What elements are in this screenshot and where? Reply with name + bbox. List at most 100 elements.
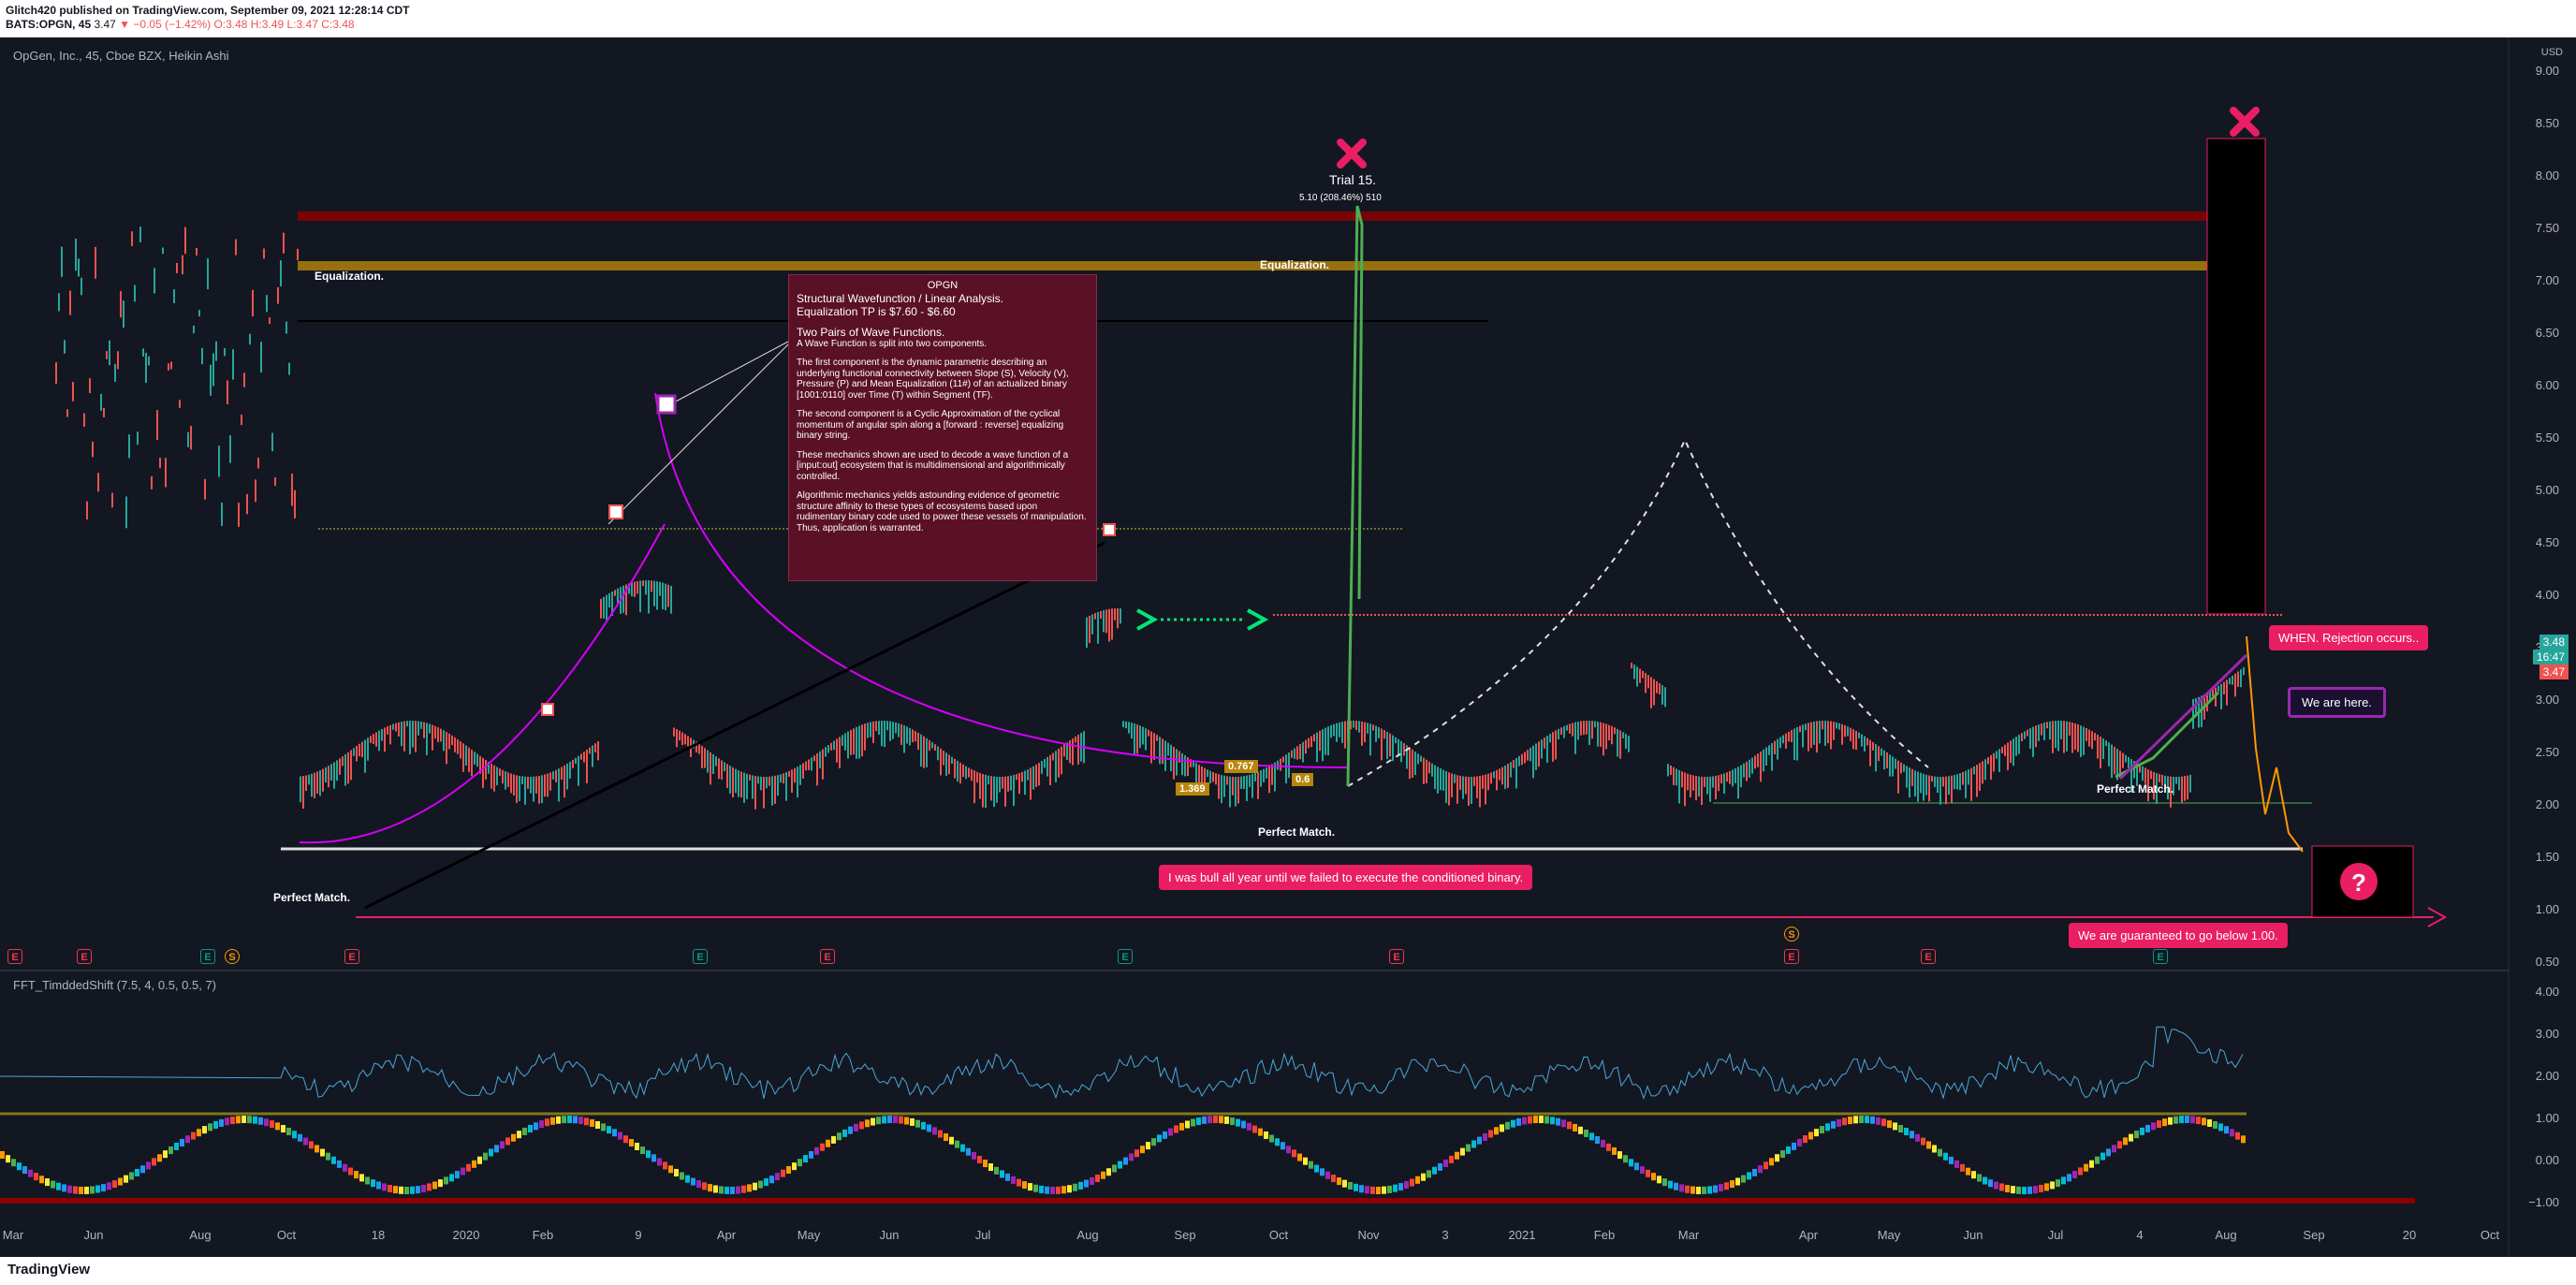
earnings-badge[interactable]: E — [77, 949, 92, 964]
last-value: 3.47 — [94, 18, 116, 31]
fib-label-3: 0.6 — [1292, 773, 1314, 786]
indicator-wave — [51, 1180, 55, 1189]
publisher-line: Glitch420 published on TradingView.com, … — [6, 4, 410, 17]
tradingview-logo[interactable]: TradingView — [7, 1262, 90, 1278]
earnings-badge[interactable]: E — [7, 949, 22, 964]
time-tick: 3 — [1442, 1228, 1449, 1242]
indicator-wave — [1921, 1137, 1925, 1146]
indicator-wave — [1578, 1126, 1583, 1134]
indicator-wave — [1247, 1122, 1251, 1131]
perfect-match-label-1: Perfect Match. — [273, 891, 351, 904]
indicator-wave — [1084, 1179, 1089, 1188]
indicator-wave — [1443, 1159, 1448, 1167]
indicator-wave — [281, 1124, 285, 1132]
indicator-wave — [1780, 1150, 1785, 1159]
split-badge[interactable]: S — [1784, 927, 1799, 942]
indicator-wave — [1112, 1164, 1117, 1173]
earnings-badge[interactable]: E — [200, 949, 215, 964]
indicator-wave — [22, 1166, 27, 1175]
indicator-wave — [595, 1120, 600, 1129]
indicator-wave — [1230, 1117, 1235, 1126]
indicator-wave — [1337, 1177, 1341, 1186]
earnings-badge[interactable]: E — [2153, 949, 2168, 964]
indicator-wave — [528, 1124, 533, 1132]
indicator-wave — [444, 1176, 448, 1185]
indicator-wave — [736, 1186, 740, 1194]
earnings-badge[interactable]: E — [1389, 949, 1404, 964]
indicator-wave — [331, 1156, 336, 1164]
note-symbol: OPGN — [927, 280, 959, 291]
chart-canvas[interactable] — [0, 37, 2576, 1257]
indicator-wave — [2005, 1185, 2010, 1193]
indicator-wave — [315, 1145, 319, 1153]
indicator-wave — [191, 1132, 196, 1140]
indicator-wave — [1477, 1136, 1482, 1145]
earnings-badge[interactable]: E — [1118, 949, 1133, 964]
indicator-wave — [1460, 1147, 1465, 1156]
below-callout: We are guaranteed to go below 1.00. — [2069, 923, 2288, 948]
indicator-line — [0, 1026, 2244, 1101]
indicator-wave — [2089, 1160, 2094, 1168]
note-p5: Algorithmic mechanics yields astounding … — [797, 490, 1087, 533]
indicator-wave — [601, 1123, 606, 1132]
indicator-wave — [635, 1143, 639, 1151]
chart-pane[interactable]: OpGen, Inc., 45, Cboe BZX, Heikin Ashi U… — [0, 37, 2576, 1257]
trend-line-black — [364, 541, 1105, 910]
indicator-wave — [1264, 1131, 1268, 1139]
indicator-wave — [640, 1146, 645, 1155]
indicator-wave — [84, 1186, 89, 1194]
indicator-wave — [1573, 1123, 1577, 1132]
note-p2: The first component is the dynamic param… — [797, 358, 1069, 401]
indicator-wave — [45, 1178, 50, 1187]
earnings-badge[interactable]: E — [820, 949, 835, 964]
indicator-wave — [73, 1186, 78, 1194]
indicator-wave — [1690, 1186, 1695, 1194]
earnings-badge[interactable]: E — [344, 949, 359, 964]
indicator-wave — [505, 1137, 510, 1146]
prev-price-tag: 3.47 — [2539, 664, 2569, 679]
indicator-wave — [270, 1120, 274, 1129]
indicator-wave — [1859, 1116, 1864, 1124]
earnings-badge[interactable]: E — [1921, 949, 1936, 964]
indicator-wave — [2213, 1121, 2217, 1130]
indicator-wave — [1634, 1162, 1639, 1171]
indicator-wave — [1640, 1166, 1645, 1175]
indicator-title[interactable]: FFT_TimddedShift (7.5, 4, 0.5, 0.5, 7) — [13, 978, 216, 992]
indicator-wave — [1904, 1128, 1909, 1136]
indicator-wave — [1511, 1119, 1515, 1128]
earnings-badge[interactable]: E — [1784, 949, 1799, 964]
indicator-wave — [326, 1152, 330, 1161]
indicator-wave — [337, 1160, 342, 1168]
time-tick: Aug — [189, 1228, 212, 1242]
indicator-wave — [264, 1118, 269, 1127]
indicator-wave — [927, 1124, 931, 1132]
indicator-wave — [1848, 1117, 1852, 1125]
indicator-wave — [2084, 1163, 2088, 1172]
indicator-wave — [539, 1120, 544, 1129]
indicator-wave — [1241, 1120, 1246, 1129]
indicator-wave — [1657, 1175, 1661, 1184]
indicator-wave — [876, 1117, 881, 1125]
indicator-wave — [769, 1175, 774, 1184]
indicator-wave — [2140, 1127, 2144, 1135]
indicator-wave — [1466, 1144, 1471, 1152]
indicator-wave — [1028, 1183, 1032, 1191]
indicator-wave — [1943, 1152, 1948, 1161]
price-candles — [55, 226, 2245, 810]
indicator-wave — [1494, 1127, 1499, 1135]
indicator-wave — [534, 1122, 538, 1131]
split-badge[interactable]: S — [225, 949, 240, 964]
time-tick: Sep — [1174, 1228, 1196, 1242]
indicator-wave — [1365, 1186, 1369, 1194]
indicator-wave — [461, 1167, 465, 1175]
indicator-wave — [887, 1116, 892, 1124]
indicator-wave — [1269, 1134, 1274, 1143]
indicator-wave — [584, 1117, 589, 1126]
indicator-wave — [0, 1151, 5, 1159]
indicator-wave — [1741, 1175, 1746, 1183]
indicator-wave — [618, 1132, 622, 1140]
indicator-wave — [1977, 1174, 1982, 1182]
green-arrow-1 — [1136, 608, 1159, 631]
indicator-wave — [1331, 1175, 1336, 1183]
earnings-badge[interactable]: E — [693, 949, 708, 964]
